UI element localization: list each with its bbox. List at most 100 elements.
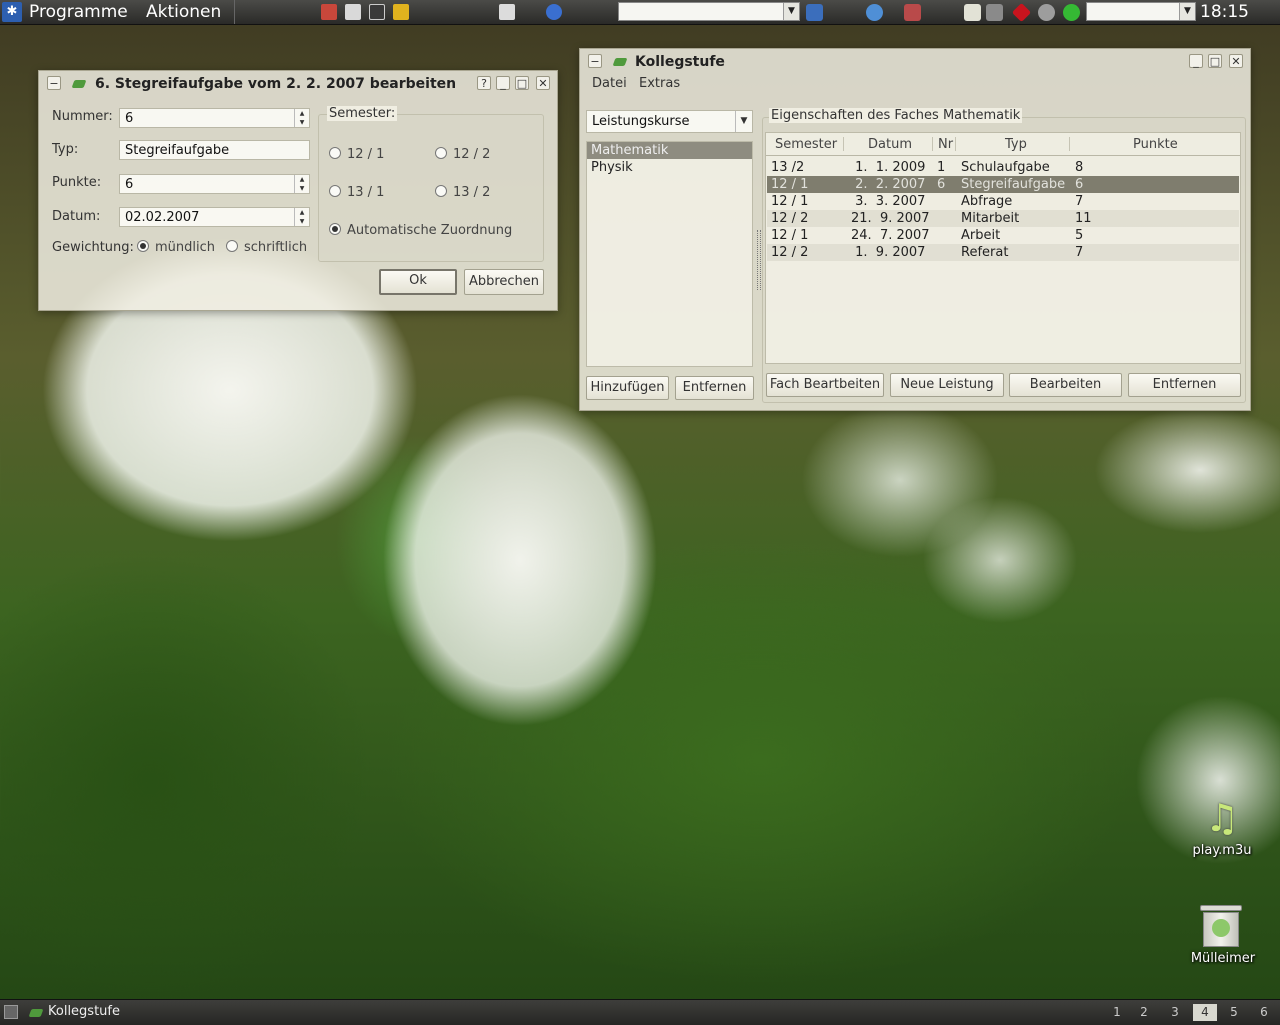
table-row[interactable]: 12 / 2 21. 9. 2007 Mitarbeit 11: [767, 210, 1239, 227]
chevron-down-icon[interactable]: ▼: [1179, 3, 1195, 20]
cancel-button[interactable]: Abbrechen: [464, 269, 544, 295]
menu-extras[interactable]: Extras: [639, 76, 680, 91]
column-typ[interactable]: Typ: [1005, 137, 1027, 152]
grades-table[interactable]: Semester Datum Nr Typ Punkte 13 /2 1. 1.…: [765, 132, 1241, 364]
browser-icon[interactable]: [546, 4, 562, 20]
cell-semester: 12 / 1: [771, 177, 809, 192]
clipboard-icon[interactable]: [964, 4, 981, 21]
radio-12-1[interactable]: 12 / 1: [329, 147, 384, 162]
column-nr[interactable]: Nr: [938, 137, 953, 152]
panel-command-combo[interactable]: ▼: [618, 2, 800, 21]
remove-subject-button[interactable]: Entfernen: [675, 376, 754, 400]
menu-datei[interactable]: Datei: [592, 76, 627, 91]
cell-datum: 3. 3. 2007: [851, 194, 926, 209]
radio-13-2-label: 13 / 2: [453, 185, 491, 200]
ruby-icon[interactable]: [1011, 2, 1032, 23]
radio-12-2[interactable]: 12 / 2: [435, 147, 490, 162]
radio-13-2[interactable]: 13 / 2: [435, 185, 490, 200]
column-divider[interactable]: [1069, 137, 1070, 151]
new-grade-button[interactable]: Neue Leistung: [890, 373, 1004, 397]
close-button[interactable]: ✕: [1229, 54, 1243, 68]
help-button[interactable]: ?: [477, 76, 491, 90]
column-punkte[interactable]: Punkte: [1133, 137, 1178, 152]
desktop-icon-muelleimer[interactable]: Mülleimer: [1178, 951, 1268, 966]
column-divider[interactable]: [932, 137, 933, 151]
subject-item-physik[interactable]: Physik: [587, 159, 752, 176]
cell-nr: 1: [937, 160, 946, 175]
pager-desktop-4[interactable]: 4: [1193, 1004, 1217, 1021]
chevron-down-icon[interactable]: ▼: [735, 111, 752, 132]
spin-arrows-icon[interactable]: ▲ ▼: [294, 109, 309, 127]
aktionen-menu[interactable]: Aktionen: [146, 3, 221, 22]
ok-button[interactable]: Ok: [379, 269, 457, 295]
pager-desktop-1[interactable]: 1: [1105, 1004, 1129, 1021]
radio-automatisch[interactable]: Automatische Zuordnung: [329, 223, 512, 238]
show-desktop-icon[interactable]: [4, 1005, 18, 1019]
cell-semester: 13 /2: [771, 160, 805, 175]
pager-desktop-5[interactable]: 5: [1222, 1004, 1246, 1021]
add-subject-button[interactable]: Hinzufügen: [586, 376, 669, 400]
desktop-icon-play-m3u[interactable]: play.m3u: [1177, 843, 1267, 858]
main-titlebar[interactable]: − Kollegstufe _ □ ✕: [580, 49, 1250, 75]
column-datum[interactable]: Datum: [868, 137, 912, 152]
dialog-title: 6. Stegreifaufgabe vom 2. 2. 2007 bearbe…: [95, 76, 457, 92]
edit-subject-button[interactable]: Fach Beartbeiten: [766, 373, 884, 397]
punkte-spinbox[interactable]: 6 ▲ ▼: [119, 174, 310, 194]
minimize-button[interactable]: _: [496, 76, 510, 90]
table-row[interactable]: 12 / 1 24. 7. 2007 Arbeit 5: [767, 227, 1239, 244]
window-menu-button[interactable]: −: [47, 76, 61, 90]
column-semester[interactable]: Semester: [775, 137, 837, 152]
spin-arrows-icon[interactable]: ▲ ▼: [294, 175, 309, 193]
music-note-icon[interactable]: ♫: [1200, 798, 1244, 838]
radio-schriftlich[interactable]: schriftlich: [226, 240, 307, 255]
column-divider[interactable]: [955, 137, 956, 151]
film-icon[interactable]: [345, 4, 361, 20]
close-button[interactable]: ✕: [536, 76, 550, 90]
pager-desktop-2[interactable]: 2: [1132, 1004, 1156, 1021]
splitter-handle[interactable]: [757, 230, 761, 290]
pager-desktop-6[interactable]: 6: [1252, 1004, 1276, 1021]
table-row[interactable]: 12 / 1 2. 2. 2007 6 Stegreifaufgabe 6: [767, 176, 1239, 193]
column-divider[interactable]: [843, 137, 844, 151]
status-icon[interactable]: [1063, 4, 1080, 21]
taskbar-item-kollegstufe[interactable]: Kollegstufe: [48, 1004, 120, 1019]
chevron-down-icon[interactable]: ▼: [783, 3, 799, 20]
cell-semester: 12 / 1: [771, 228, 809, 243]
home-icon[interactable]: [321, 4, 337, 20]
wrench-icon[interactable]: [1038, 4, 1055, 21]
panel-combo-right[interactable]: ▼: [1086, 2, 1196, 21]
spin-arrows-icon[interactable]: ▲ ▼: [294, 208, 309, 226]
edit-grade-button[interactable]: Bearbeiten: [1009, 373, 1122, 397]
subject-list[interactable]: Mathematik Physik: [586, 141, 753, 367]
programme-menu[interactable]: Programme: [29, 3, 128, 22]
phone-icon[interactable]: [499, 4, 515, 20]
subject-item-mathematik[interactable]: Mathematik: [587, 142, 752, 159]
datum-date-edit[interactable]: 02.02.2007 ▲ ▼: [119, 207, 310, 227]
radio-muendlich[interactable]: mündlich: [137, 240, 215, 255]
typ-input[interactable]: Stegreifaufgabe: [119, 140, 310, 160]
cell-typ: Abfrage: [961, 194, 1013, 209]
monitor-icon[interactable]: [806, 4, 823, 21]
subject-properties-title: Eigenschaften des Faches Mathematik: [769, 108, 1023, 123]
nummer-spinbox[interactable]: 6 ▲ ▼: [119, 108, 310, 128]
dialog-titlebar[interactable]: − 6. Stegreifaufgabe vom 2. 2. 2007 bear…: [39, 71, 557, 97]
minimize-button[interactable]: _: [1189, 54, 1203, 68]
pager-desktop-3[interactable]: 3: [1163, 1004, 1187, 1021]
table-row[interactable]: 13 /2 1. 1. 2009 1 Schulaufgabe 8: [767, 159, 1239, 176]
window-menu-button[interactable]: −: [588, 54, 602, 68]
k-menu-icon[interactable]: ✱: [2, 2, 22, 22]
maximize-button[interactable]: □: [1208, 54, 1222, 68]
remove-grade-button[interactable]: Entfernen: [1128, 373, 1241, 397]
cell-typ: Mitarbeit: [961, 211, 1020, 226]
table-row[interactable]: 12 / 1 3. 3. 2007 Abfrage 7: [767, 193, 1239, 210]
terminal-icon[interactable]: [369, 4, 385, 20]
radio-13-1[interactable]: 13 / 1: [329, 185, 384, 200]
refresh-icon[interactable]: [866, 4, 883, 21]
table-row[interactable]: 12 / 2 1. 9. 2007 Referat 7: [767, 244, 1239, 261]
trash-icon[interactable]: [1200, 905, 1242, 947]
notes-icon[interactable]: [393, 4, 409, 20]
speaker-icon[interactable]: [986, 4, 1003, 21]
network-icon[interactable]: [904, 4, 921, 21]
maximize-button[interactable]: □: [515, 76, 529, 90]
course-select[interactable]: Leistungskurse ▼: [586, 110, 753, 133]
